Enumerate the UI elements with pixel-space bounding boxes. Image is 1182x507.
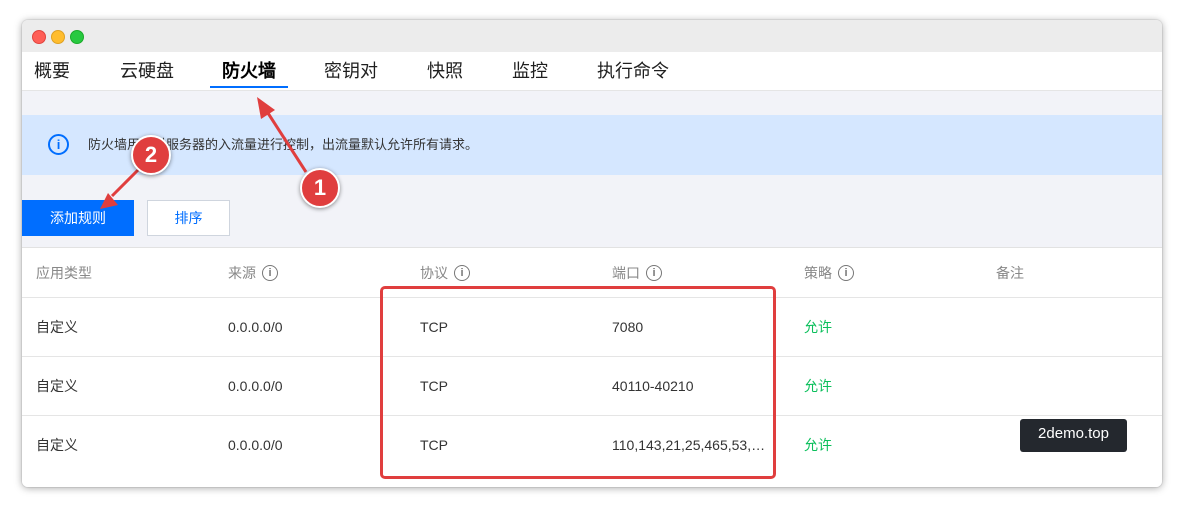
arrowhead-icon bbox=[100, 193, 118, 209]
annotation-badge-2: 2 bbox=[131, 135, 171, 175]
watermark-label: 2demo.top bbox=[1020, 419, 1127, 452]
annotation-arrows bbox=[100, 97, 308, 209]
arrowhead-icon bbox=[257, 97, 275, 119]
arrow-to-firewall-tab bbox=[264, 109, 308, 173]
arrow-to-add-rule bbox=[110, 166, 142, 198]
annotation-badge-1: 1 bbox=[300, 168, 340, 208]
